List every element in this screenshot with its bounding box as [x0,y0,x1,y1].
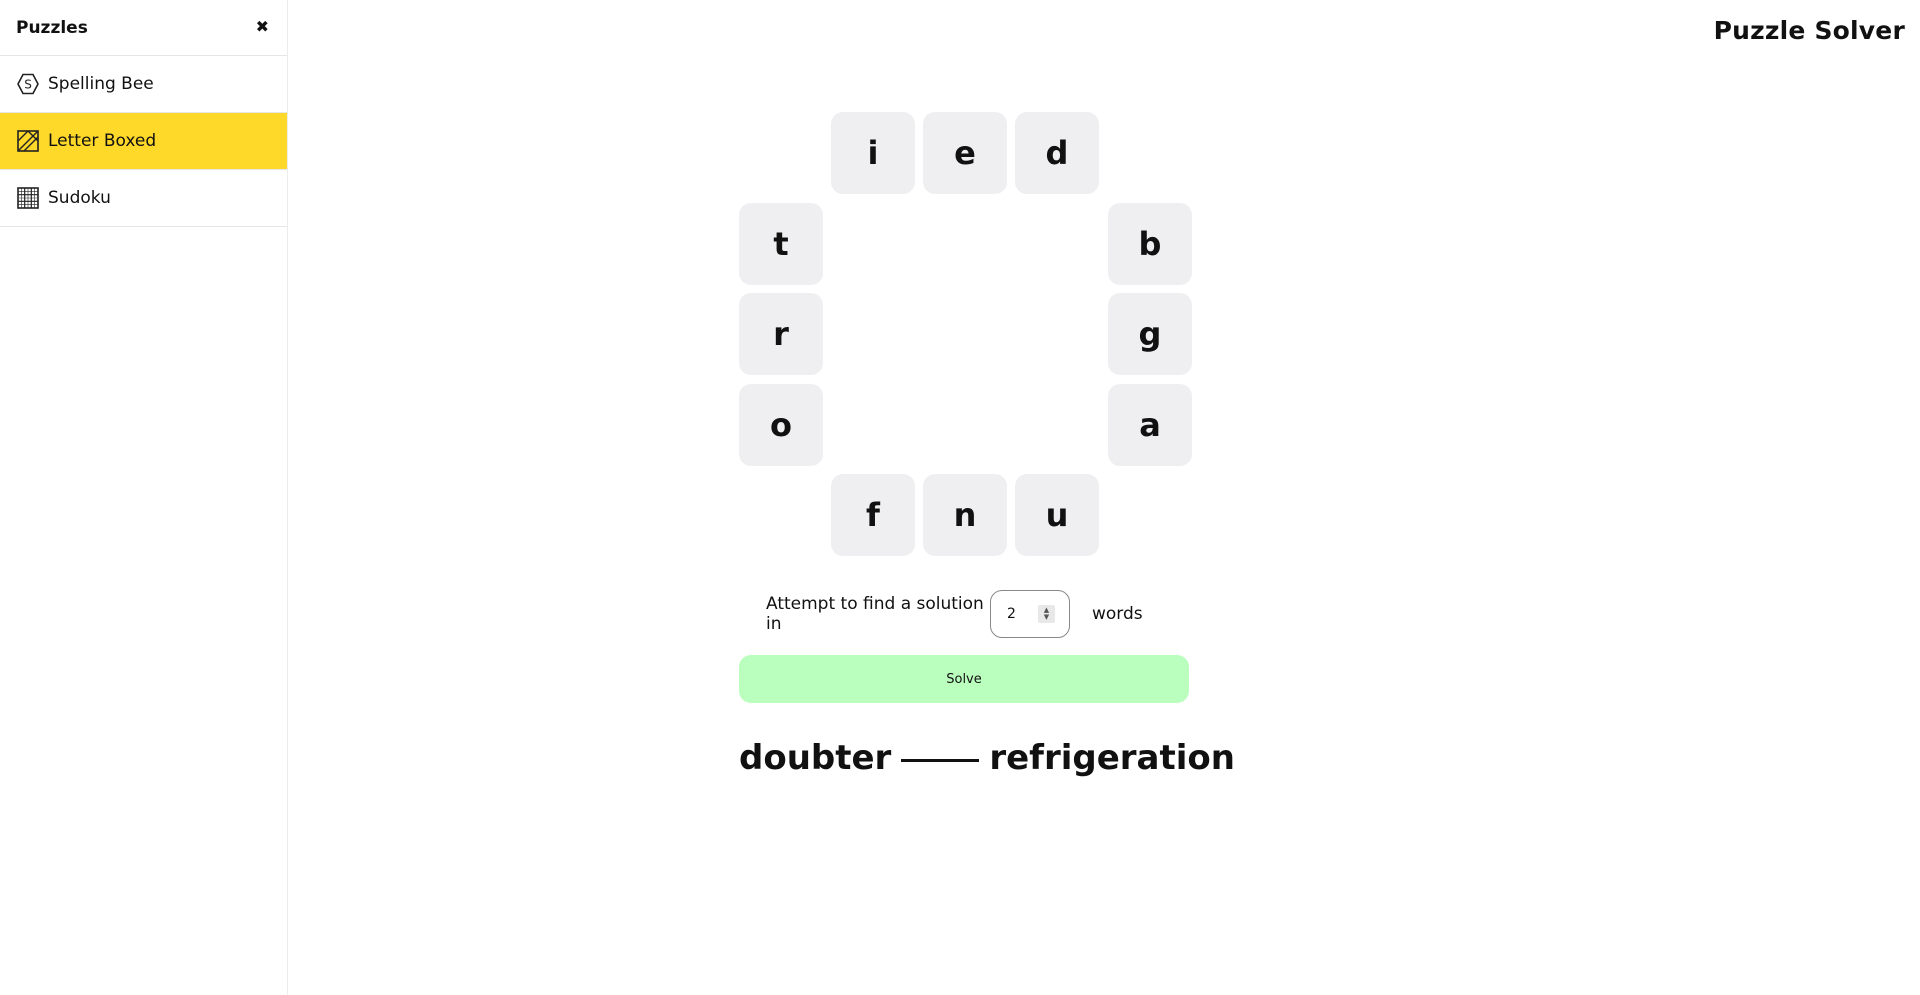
letter-tile-left-2[interactable]: r [739,293,823,375]
letter-tile-bottom-1[interactable]: f [831,474,915,556]
letter-tile-top-2[interactable]: e [923,112,1007,194]
spinner-arrows-icon[interactable]: ▲ ▼ [1038,605,1055,623]
sidebar-item-label: Letter Boxed [48,131,157,151]
close-icon[interactable]: ✖ [254,18,271,38]
sidebar-item-spelling-bee[interactable]: S Spelling Bee [0,56,287,113]
word-count-value[interactable]: 2 [1007,606,1038,622]
letter-tile-right-2[interactable]: g [1108,293,1192,375]
attempt-label: Attempt to find a solution in [766,594,984,634]
svg-text:S: S [24,78,32,92]
solve-button[interactable]: Solve [739,655,1189,703]
solution-word-2: refrigeration [989,738,1235,778]
sidebar-title: Puzzles [16,17,88,38]
sidebar-header: Puzzles ✖ [0,0,287,56]
letter-box-icon [16,129,40,153]
solution-word-1: doubter [739,738,892,778]
sidebar: Puzzles ✖ S Spelling Bee Letter Boxed Su… [0,0,288,995]
app-title: Puzzle Solver [1713,16,1905,45]
letter-tile-left-1[interactable]: t [739,203,823,285]
grid-icon [16,186,40,210]
solution-result: doubter refrigeration [739,738,1235,778]
sidebar-item-label: Sudoku [48,188,111,208]
sidebar-item-sudoku[interactable]: Sudoku [0,170,287,227]
sidebar-item-letter-boxed[interactable]: Letter Boxed [0,113,287,170]
letter-tile-top-3[interactable]: d [1015,112,1099,194]
hexagon-s-icon: S [16,72,40,96]
words-label: words [1092,604,1143,624]
letter-tile-bottom-2[interactable]: n [923,474,1007,556]
letter-tile-right-3[interactable]: a [1108,384,1192,466]
letter-tile-left-3[interactable]: o [739,384,823,466]
attempt-row: Attempt to find a solution in 2 ▲ ▼ word… [766,589,1143,639]
letter-tile-top-1[interactable]: i [831,112,915,194]
word-count-input[interactable]: 2 ▲ ▼ [990,590,1070,638]
letter-tile-bottom-3[interactable]: u [1015,474,1099,556]
solution-connector [901,758,980,762]
letter-tile-right-1[interactable]: b [1108,203,1192,285]
chevron-down-icon[interactable]: ▼ [1044,614,1049,621]
sidebar-item-label: Spelling Bee [48,74,154,94]
